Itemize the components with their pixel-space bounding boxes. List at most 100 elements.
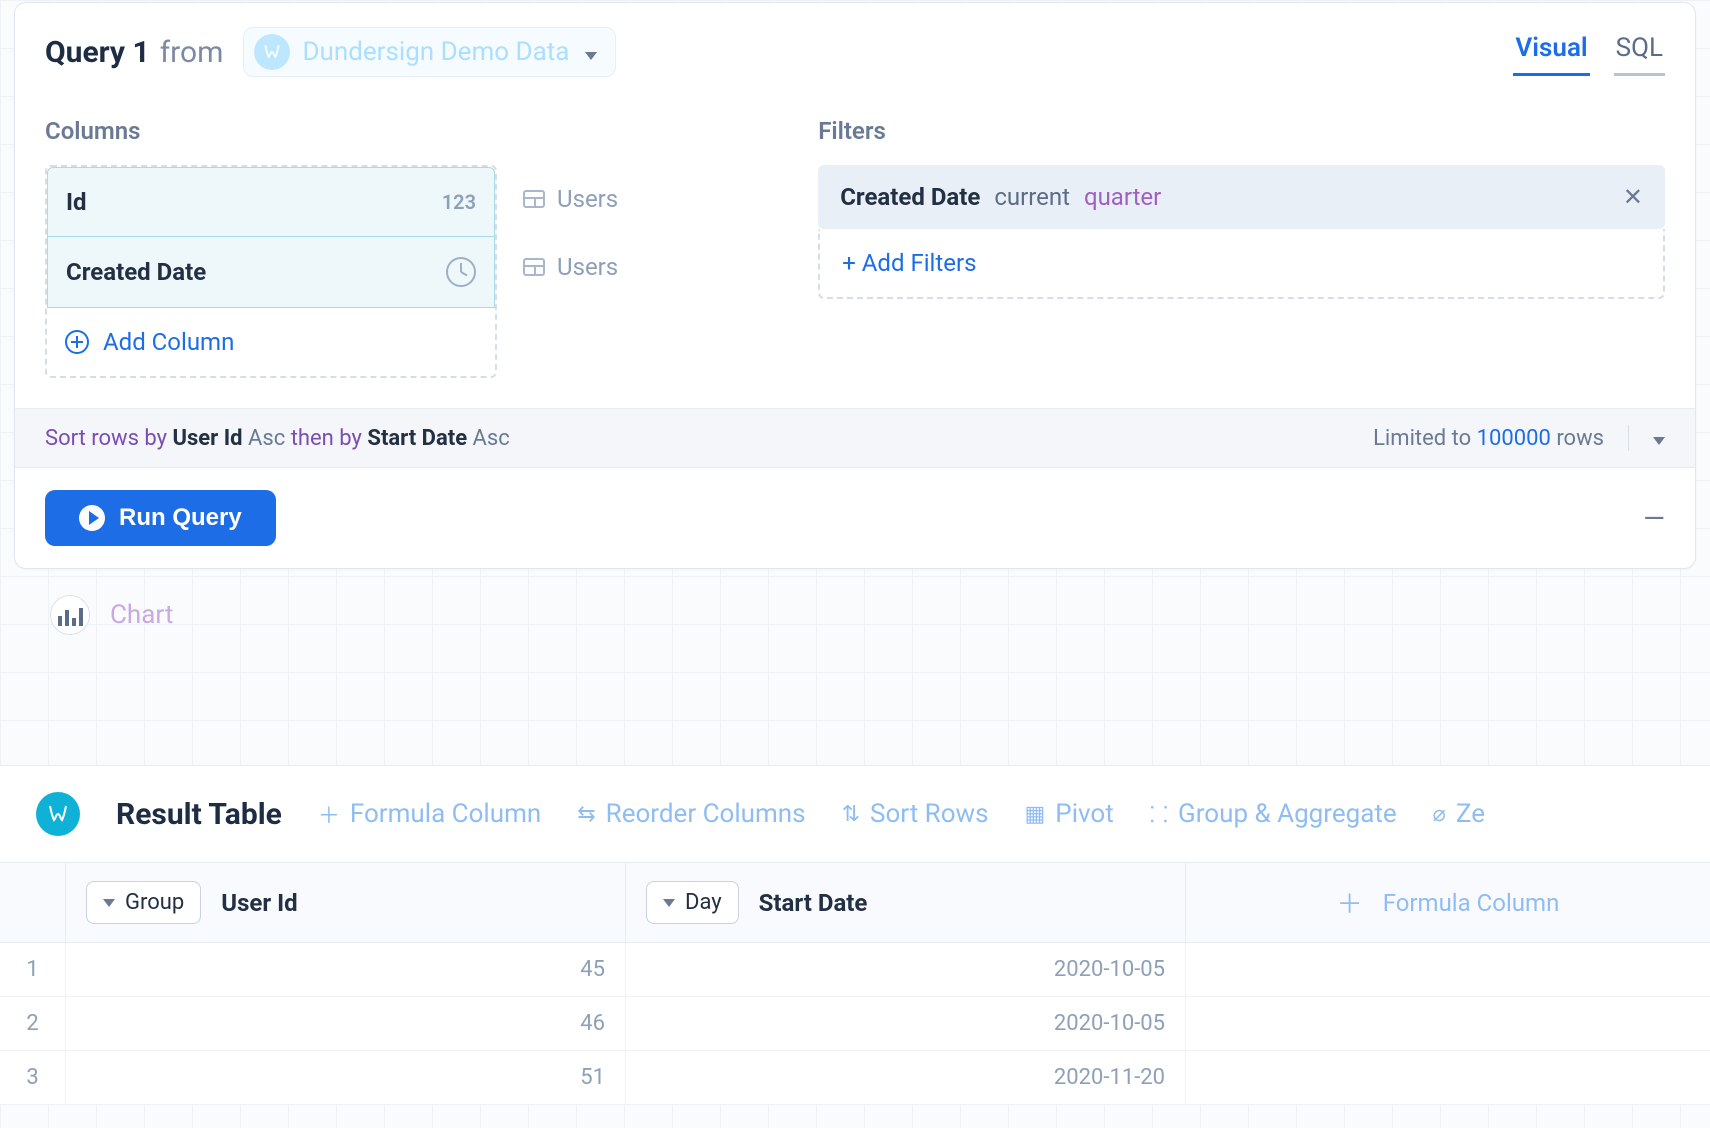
filters-section: Filters Created Date current quarter ✕ +… [818,117,1665,378]
pill-label: Day [685,890,722,915]
row-index: 1 [0,943,66,996]
result-title: Result Table [116,797,282,832]
formula-label: Formula Column [1383,889,1560,917]
action-group-aggregate[interactable]: ⸬ Group & Aggregate [1150,799,1397,829]
play-icon [79,505,105,531]
action-label: Reorder Columns [606,799,806,829]
divider [1628,425,1629,451]
collapse-icon[interactable]: — [1643,502,1665,535]
datasource-chip[interactable]: Dundersign Demo Data [243,27,616,77]
column-source-label: Users [557,253,618,281]
sort-prefix: Sort rows by [45,426,167,451]
column-header-start-date: Day Start Date [626,863,1186,942]
clock-icon [446,257,476,287]
table-icon [523,190,545,208]
column-row[interactable]: Id 123 [47,167,495,237]
action-pivot[interactable]: ▦ Pivot [1025,799,1114,829]
cell-start-date[interactable]: 2020-11-20 [626,1051,1186,1104]
action-zero-fill[interactable]: ⌀ Ze [1433,799,1485,829]
zero-icon: ⌀ [1433,802,1446,827]
postgres-icon [254,34,290,70]
cell-user-id[interactable]: 51 [66,1051,626,1104]
cell-user-id[interactable]: 45 [66,943,626,996]
column-name: Id [66,188,87,216]
filter-field: Created Date [840,183,980,211]
column-name: Created Date [66,258,206,286]
limit-prefix: Limited to [1373,426,1471,451]
cell-user-id[interactable]: 46 [66,997,626,1050]
column-source[interactable]: Users [517,233,618,301]
query-title: Query 1 [45,35,150,70]
add-formula-column-header[interactable]: ＋ Formula Column [1186,863,1710,942]
day-pill[interactable]: Day [646,881,739,924]
tab-visual[interactable]: Visual [1513,29,1589,76]
sort-field-1: User Id [173,426,243,451]
chevron-down-icon[interactable] [1653,426,1665,451]
pivot-icon: ▦ [1025,802,1046,827]
table-icon [523,258,545,276]
action-sort-rows[interactable]: ⇅ Sort Rows [842,799,989,829]
chevron-down-icon [103,899,115,907]
column-row[interactable]: Created Date [47,237,495,308]
run-query-button[interactable]: Run Query [45,490,276,546]
sort-description[interactable]: Sort rows by User Id Asc then by Start D… [45,426,510,451]
chart-label: Chart [110,600,173,630]
cell-empty [1186,943,1710,996]
filter-operator: current [994,183,1070,211]
add-column-button[interactable]: Add Column [47,308,495,376]
limit-text[interactable]: Limited to 100000 rows [1373,426,1604,451]
row-index-header [0,863,66,942]
columns-label: Columns [45,117,618,145]
row-index: 2 [0,997,66,1050]
sort-then: then by [291,426,362,451]
result-header: Result Table ＋ Formula Column ⇆ Reorder … [0,766,1710,862]
table-row: 2 46 2020-10-05 [0,997,1710,1051]
filters-label: Filters [818,117,1665,145]
sort-icon: ⇅ [842,802,860,827]
sort-dir-2: Asc [473,426,510,451]
action-formula-column[interactable]: ＋ Formula Column [318,798,541,830]
column-source-label: Users [557,185,618,213]
column-title: Start Date [759,889,868,917]
sort-dir-1: Asc [248,426,285,451]
row-index: 3 [0,1051,66,1104]
reorder-icon: ⇆ [577,802,595,827]
result-grid: Group User Id Day Start Date ＋ Formula C… [0,862,1710,1105]
result-column-headers: Group User Id Day Start Date ＋ Formula C… [0,863,1710,943]
action-label: Sort Rows [870,799,988,829]
query-body: Columns Id 123 Created Date Add Column [15,87,1695,378]
group-pill[interactable]: Group [86,881,201,924]
chevron-down-icon [585,37,597,67]
sort-field-2: Start Date [367,426,467,451]
filter-expression: Created Date current quarter [840,183,1161,211]
add-filters-button[interactable]: + Add Filters [818,229,1665,299]
table-row: 3 51 2020-11-20 [0,1051,1710,1105]
filter-chip[interactable]: Created Date current quarter ✕ [818,165,1665,229]
cell-empty [1186,1051,1710,1104]
action-label: Ze [1456,799,1485,829]
limit-suffix: rows [1556,426,1604,451]
column-source[interactable]: Users [517,165,618,233]
cell-start-date[interactable]: 2020-10-05 [626,997,1186,1050]
cell-start-date[interactable]: 2020-10-05 [626,943,1186,996]
chart-node[interactable]: Chart [50,595,1710,635]
postgres-icon [36,792,80,836]
column-type-badge: 123 [442,190,476,214]
query-panel: Query 1 from Dundersign Demo Data Visual… [14,2,1696,569]
bar-chart-icon [50,595,90,635]
columns-section: Columns Id 123 Created Date Add Column [45,117,618,378]
action-reorder-columns[interactable]: ⇆ Reorder Columns [577,799,805,829]
group-icon: ⸬ [1150,799,1168,829]
tab-sql[interactable]: SQL [1614,29,1665,76]
sort-limit-bar: Sort rows by User Id Asc then by Start D… [15,408,1695,468]
remove-filter-icon[interactable]: ✕ [1623,183,1643,211]
action-label: Pivot [1055,799,1113,829]
action-label: Formula Column [350,799,541,829]
columns-box: Id 123 Created Date Add Column [45,165,497,378]
query-header: Query 1 from Dundersign Demo Data Visual… [15,3,1695,87]
plus-icon: ＋ [1337,884,1363,921]
query-from-label: from [160,35,224,70]
filter-value: quarter [1084,183,1161,211]
datasource-name: Dundersign Demo Data [302,37,569,67]
limit-value: 100000 [1477,426,1551,451]
